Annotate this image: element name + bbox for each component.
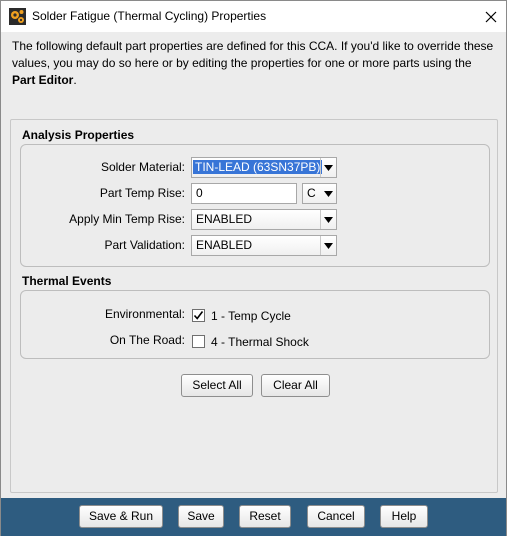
save-button[interactable]: Save	[178, 505, 224, 528]
temp-unit-select[interactable]: C	[302, 183, 337, 204]
environmental-checkbox[interactable]	[192, 309, 205, 322]
select-all-button[interactable]: Select All	[181, 374, 253, 397]
temp-unit-value: C	[307, 186, 316, 200]
chevron-down-icon	[320, 158, 336, 177]
cancel-button[interactable]: Cancel	[307, 505, 365, 528]
save-and-run-button[interactable]: Save & Run	[79, 505, 163, 528]
checkmark-icon	[193, 311, 204, 320]
close-button[interactable]	[476, 1, 506, 32]
thermal-events-group: Environmental: 1 - Temp Cycle On The Roa…	[20, 290, 490, 359]
close-icon	[485, 11, 497, 22]
apply-min-temp-rise-label: Apply Min Temp Rise:	[69, 212, 185, 226]
footer-bar: Save & Run Save Reset Cancel Help	[1, 498, 506, 536]
intro-text-after: .	[73, 73, 77, 87]
chevron-down-icon	[320, 236, 336, 255]
part-validation-select[interactable]: ENABLED	[191, 235, 337, 256]
gear-app-icon	[9, 8, 26, 25]
part-temp-rise-label: Part Temp Rise:	[99, 186, 185, 200]
chevron-down-icon	[320, 184, 336, 203]
part-editor-link: Part Editor	[12, 73, 74, 87]
clear-all-button[interactable]: Clear All	[261, 374, 330, 397]
window-title: Solder Fatigue (Thermal Cycling) Propert…	[32, 9, 267, 23]
reset-button[interactable]: Reset	[239, 505, 291, 528]
environmental-label: Environmental:	[104, 307, 185, 321]
thermal-events-title: Thermal Events	[22, 274, 112, 288]
intro-text: The following default part properties ar…	[12, 38, 498, 89]
intro-text-before: The following default part properties ar…	[12, 39, 494, 70]
apply-min-temp-rise-value: ENABLED	[196, 212, 253, 226]
analysis-properties-group: Solder Material: TIN-LEAD (63SN37PB) Par…	[20, 144, 490, 267]
apply-min-temp-rise-select[interactable]: ENABLED	[191, 209, 337, 230]
part-validation-value: ENABLED	[196, 238, 253, 252]
on-the-road-label: On The Road:	[109, 333, 185, 347]
environmental-item-label: 1 - Temp Cycle	[211, 309, 291, 323]
solder-material-label: Solder Material:	[100, 160, 185, 174]
part-validation-label: Part Validation:	[104, 238, 186, 252]
chevron-down-icon	[320, 210, 336, 229]
title-bar: Solder Fatigue (Thermal Cycling) Propert…	[1, 1, 506, 32]
properties-dialog: Solder Fatigue (Thermal Cycling) Propert…	[0, 0, 507, 536]
on-the-road-checkbox[interactable]	[192, 335, 205, 348]
analysis-properties-title: Analysis Properties	[22, 128, 135, 142]
on-the-road-item-label: 4 - Thermal Shock	[211, 335, 309, 349]
solder-material-value: TIN-LEAD (63SN37PB)	[193, 160, 323, 174]
part-temp-rise-input[interactable]: 0	[191, 183, 297, 204]
solder-material-select[interactable]: TIN-LEAD (63SN37PB)	[191, 157, 337, 178]
help-button[interactable]: Help	[380, 505, 428, 528]
main-panel: Analysis Properties Solder Material: TIN…	[10, 119, 498, 493]
